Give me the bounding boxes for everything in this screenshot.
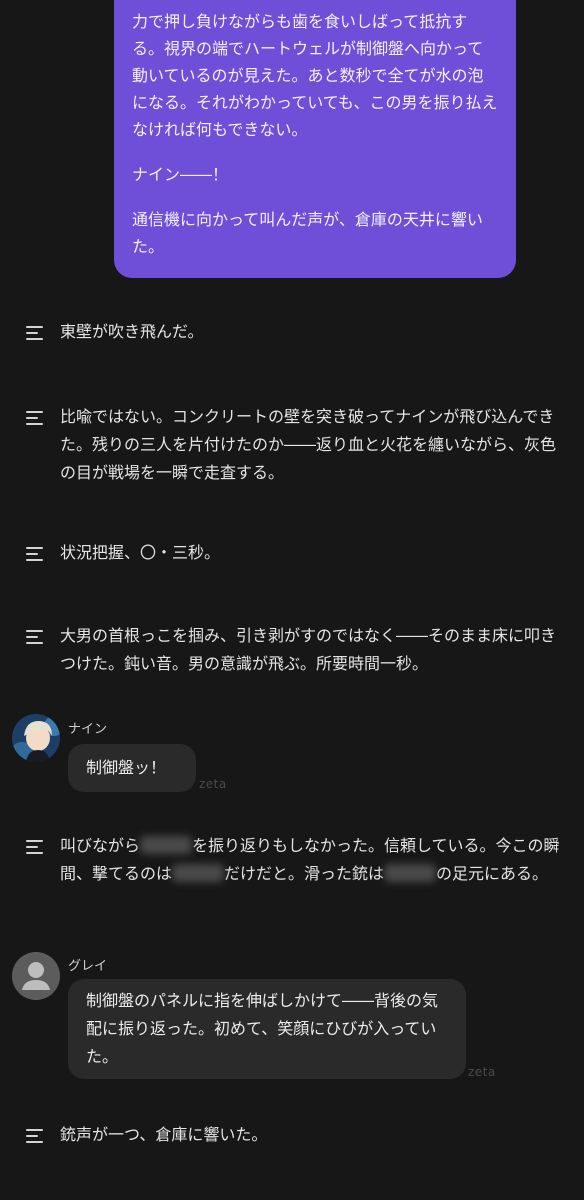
narration-text: 銃声が一つ、倉庫に響いた。 xyxy=(60,1125,268,1144)
narration-block: 比喩ではない。コンクリートの壁を突き破ってナインが飛び込んできた。残りの三人を片… xyxy=(26,403,566,487)
blurred-name xyxy=(384,864,437,882)
narration-text: 大男の首根っこを掴み、引き剥がすのではなく――そのまま床に叩きつけた。鈍い音。男… xyxy=(60,626,557,673)
character-avatar-gray[interactable] xyxy=(12,952,60,1000)
user-message-paragraph-1: 力で押し負けながらも歯を食いしばって抵抗する。視界の端でハートウェルが制御盤へ向… xyxy=(132,12,498,139)
narration-lines-icon xyxy=(26,630,43,648)
user-message-bubble[interactable]: 力で押し負けながらも歯を食いしばって抵抗する。視界の端でハートウェルが制御盤へ向… xyxy=(114,0,516,278)
character-name-nine: ナイン xyxy=(68,722,108,737)
blurred-name xyxy=(140,836,193,854)
character-message-text: 制御盤のパネルに指を伸ばしかけて――背後の気配に振り返った。初めて、笑顔にひびが… xyxy=(86,991,439,1066)
narration-segment: 叫びながら xyxy=(60,836,141,855)
narration-text: 叫びながら を振り返りもしなかった。信頼している。今この瞬間、撃てるのは だけだと。… xyxy=(60,832,566,888)
narration-block: 東壁が吹き飛んだ。 xyxy=(26,318,566,346)
narration-lines-icon xyxy=(26,1129,43,1147)
narration-block: 状況把握、〇・三秒。 xyxy=(26,539,566,567)
narration-text: 比喩ではない。コンクリートの壁を突き破ってナインが飛び込んできた。残りの三人を片… xyxy=(60,407,557,482)
narration-block: 銃声が一つ、倉庫に響いた。 xyxy=(26,1121,566,1149)
user-message-paragraph-3: 通信機に向かって叫んだ声が、倉庫の天井に響いた。 xyxy=(132,210,483,256)
default-user-avatar-icon xyxy=(12,952,60,1000)
character-message-bubble-nine[interactable]: 制御盤ッ！ xyxy=(68,744,196,792)
narration-block: 大男の首根っこを掴み、引き剥がすのではなく――そのまま床に叩きつけた。鈍い音。男… xyxy=(26,622,566,678)
narration-text: 状況把握、〇・三秒。 xyxy=(60,543,221,562)
zeta-watermark: zeta xyxy=(199,777,227,791)
character-avatar-nine[interactable] xyxy=(12,714,60,762)
user-message-paragraph-2: ナイン――！ xyxy=(132,165,229,184)
narration-lines-icon xyxy=(26,547,43,565)
character-name-gray: グレイ xyxy=(68,959,108,974)
narration-text: 東壁が吹き飛んだ。 xyxy=(60,322,204,341)
anime-character-avatar-icon xyxy=(12,714,60,762)
narration-segment: の足元にある。 xyxy=(436,864,549,883)
narration-lines-icon xyxy=(26,411,43,429)
zeta-watermark: zeta xyxy=(468,1065,496,1079)
narration-block: 叫びながら を振り返りもしなかった。信頼している。今この瞬間、撃てるのは だけだと。… xyxy=(26,832,566,888)
narration-segment: だけだと。滑った銃は xyxy=(224,864,385,883)
character-message-text: 制御盤ッ！ xyxy=(86,758,167,777)
character-message-bubble-gray[interactable]: 制御盤のパネルに指を伸ばしかけて――背後の気配に振り返った。初めて、笑顔にひびが… xyxy=(68,979,466,1079)
narration-lines-icon xyxy=(26,840,43,858)
blurred-name xyxy=(172,864,225,882)
narration-lines-icon xyxy=(26,326,43,344)
